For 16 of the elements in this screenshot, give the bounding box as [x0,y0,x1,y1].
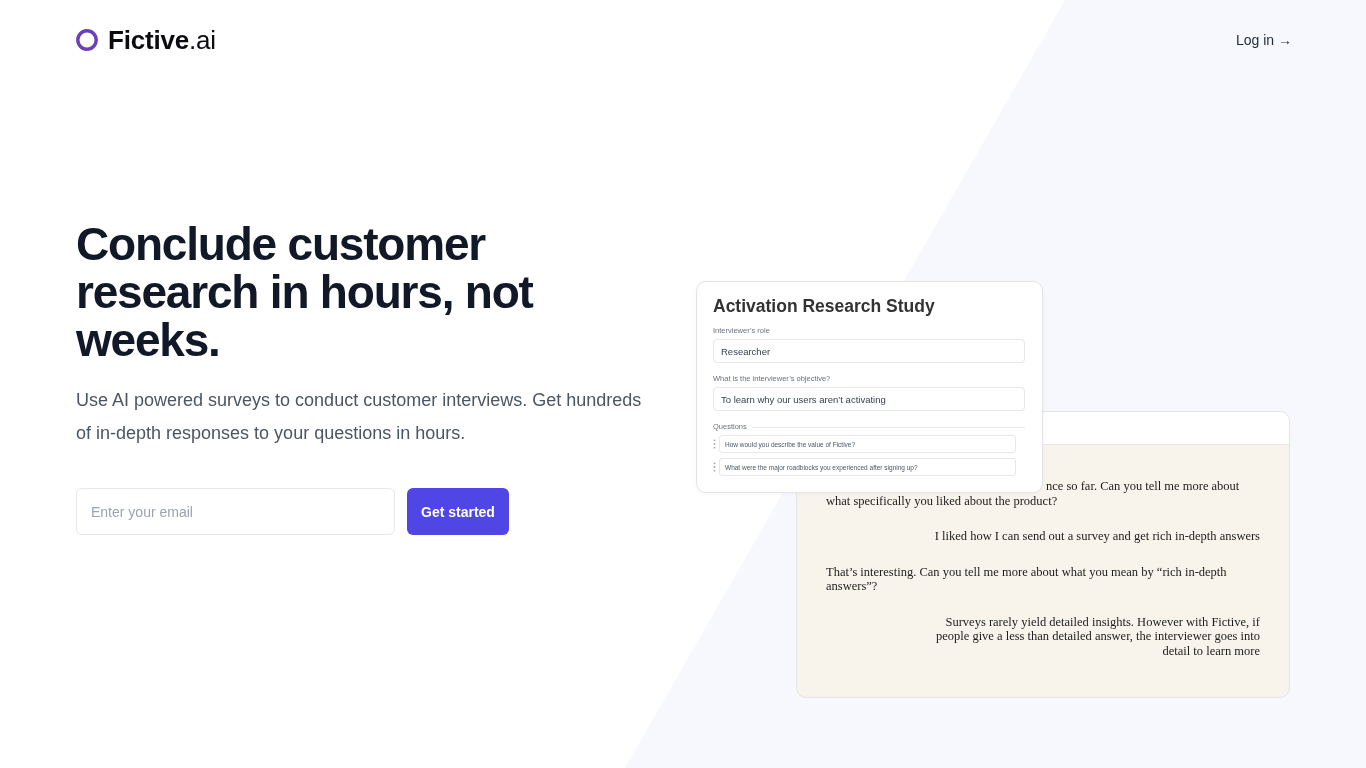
login-link[interactable]: Log in → [1235,32,1292,48]
logo-ring-icon [76,29,98,51]
drag-handle-icon [713,462,716,472]
input-field: Researcher [713,339,1025,363]
input-field: To learn why our users aren’t activating [713,387,1025,411]
email-field[interactable]: Enter your email [76,488,395,535]
chat-message: nce so far. Can you tell me more about what specifically you liked about the product? [826,479,1241,508]
chat-message: I liked how I can send out a survey and get rich in-depth answers [934,529,1260,544]
logo-text: Fictive.ai [108,25,216,55]
headline: Conclude customer research in hours, not weeks. [76,220,535,364]
get-started-button[interactable]: Get started [407,488,509,535]
drag-handle-icon [713,439,716,449]
chat-message: Surveys rarely yield detailed insights. However with Fictive, if people give a less than detailed answer, the interviewer goes into detail to learn more [934,614,1260,658]
study-title: Activation Research Study [713,295,936,317]
chat-message: That’s interesting. Can you tell me more about what you mean by “rich in-depth answers”? [826,564,1228,594]
hero-description: Use AI powered surveys to conduct customer interviews. Get hundreds of in-depth responses to your questions in hours. [76,389,643,445]
